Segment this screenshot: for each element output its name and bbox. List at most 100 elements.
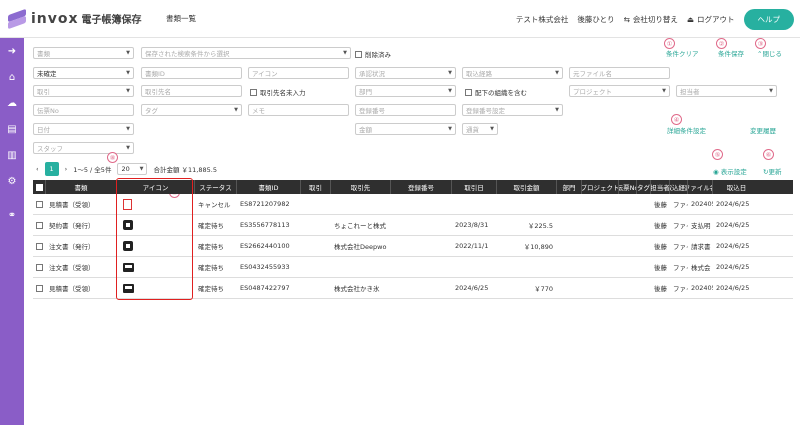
- row-select-cell: [33, 236, 46, 256]
- col-header[interactable]: 取引金額: [497, 180, 557, 194]
- row-checkbox[interactable]: [36, 263, 43, 271]
- row-checkbox[interactable]: [36, 284, 43, 292]
- col-header[interactable]: ファイル名: [688, 180, 713, 194]
- amount-select[interactable]: 金額 ▼: [355, 123, 456, 135]
- approval-select[interactable]: 承認状況 ▼: [355, 67, 456, 79]
- col-header[interactable]: 伝票No: [619, 180, 637, 194]
- refresh-link[interactable]: ↻更新: [763, 166, 781, 176]
- per-page-value: 20: [121, 165, 130, 173]
- row-checkbox[interactable]: [36, 242, 43, 250]
- chart-icon[interactable]: ▥: [0, 142, 24, 168]
- row-empty-cell: [619, 215, 637, 235]
- select-all-cell[interactable]: [33, 180, 46, 194]
- col-header[interactable]: 取引先: [331, 180, 391, 194]
- row-file: 支払明: [691, 222, 711, 230]
- checkbox-box[interactable]: [355, 50, 362, 58]
- col-header[interactable]: プロジェクト: [582, 180, 619, 194]
- partner-name-input[interactable]: 取引先名: [141, 85, 242, 97]
- document-icon[interactable]: ▤: [0, 116, 24, 142]
- row-checkbox[interactable]: [36, 200, 43, 208]
- arrow-right-icon[interactable]: ➜: [0, 38, 24, 64]
- dept-select[interactable]: 部門 ▼: [355, 85, 456, 97]
- chevron-down-icon: ▼: [126, 70, 130, 76]
- switch-company-label: 会社切り替え: [632, 15, 678, 24]
- doc-type-select[interactable]: 書類 ▼: [33, 47, 134, 59]
- voucher-input[interactable]: 伝票No: [33, 104, 134, 116]
- staff-select[interactable]: スタッフ ▼: [33, 142, 134, 154]
- save-condition-link[interactable]: 条件保存: [718, 48, 744, 58]
- marker-5: ⑤: [712, 149, 723, 160]
- home-icon[interactable]: ⌂: [0, 64, 24, 90]
- col-header[interactable]: 書類ID: [237, 180, 301, 194]
- row-checkbox[interactable]: [36, 221, 43, 229]
- confirm-status-select[interactable]: 未確定 ▼: [33, 67, 134, 79]
- col-header[interactable]: ステータス: [195, 180, 237, 194]
- row-empty-cell: [301, 278, 331, 298]
- sub-org-label: 配下の組織を含む: [475, 89, 527, 97]
- chevron-down-icon: ▼: [448, 88, 452, 94]
- doc-id-input[interactable]: 書類ID: [141, 67, 242, 79]
- current-page[interactable]: 1: [44, 162, 59, 176]
- clear-condition-link[interactable]: 条件クリア: [666, 48, 699, 58]
- col-header[interactable]: タグ: [637, 180, 651, 194]
- per-page-select[interactable]: 20 ▼: [117, 163, 148, 175]
- deleted-checkbox[interactable]: 削除済み: [355, 49, 391, 59]
- col-header[interactable]: 登録番号: [391, 180, 452, 194]
- date-placeholder: 日付: [37, 126, 50, 134]
- project-select[interactable]: プロジェクト ▼: [569, 85, 670, 97]
- currency-placeholder: 通貨: [466, 126, 479, 134]
- sidebar: ➜ ⌂ ☁ ▤ ▥ ⚙ ⚭: [0, 38, 24, 425]
- logout-label: ログアウト: [697, 15, 735, 24]
- col-header[interactable]: 取引日: [452, 180, 497, 194]
- date-select[interactable]: 日付 ▼: [33, 123, 134, 135]
- col-header[interactable]: 書類: [46, 180, 117, 194]
- memo-input[interactable]: メモ: [248, 104, 349, 116]
- reg-setting-select[interactable]: 登録番号設定 ▼: [462, 104, 563, 116]
- icon-input[interactable]: アイコン: [248, 67, 349, 79]
- chevron-down-icon: ▼: [490, 126, 494, 132]
- brand-logo[interactable]: invox 電子帳簿保存: [8, 8, 148, 29]
- col-header[interactable]: 取込日: [713, 180, 760, 194]
- next-page-icon[interactable]: ›: [65, 165, 68, 173]
- route-select[interactable]: 取込経路 ▼: [462, 67, 563, 79]
- partner-select[interactable]: 取引 ▼: [33, 85, 134, 97]
- detail-condition-link[interactable]: 詳細条件設定: [667, 125, 706, 135]
- source-file-input[interactable]: 元ファイル名: [569, 67, 670, 79]
- cloud-upload-icon[interactable]: ☁: [0, 90, 24, 116]
- display-settings-link[interactable]: ◉ 表示設定: [713, 166, 747, 176]
- chevron-down-icon: ▼: [769, 88, 773, 94]
- row-empty-cell: [637, 257, 651, 277]
- partner-unset-checkbox[interactable]: 取引先名未入力: [250, 87, 306, 97]
- currency-select[interactable]: 通貨 ▼: [462, 123, 498, 135]
- doc-type-placeholder: 書類: [37, 50, 50, 58]
- history-link[interactable]: 変更履歴: [750, 125, 776, 135]
- row-status: キャンセル: [198, 201, 231, 209]
- saved-condition-select[interactable]: 保存された検索条件から選択 ▼: [141, 47, 351, 59]
- col-header[interactable]: 担当者: [651, 180, 670, 194]
- refresh-label: 更新: [768, 168, 782, 176]
- row-empty-cell: [582, 215, 619, 235]
- help-button[interactable]: ヘルプ: [743, 9, 794, 30]
- assignee-select[interactable]: 担当者 ▼: [676, 85, 777, 97]
- tag-select[interactable]: タグ ▼: [141, 104, 242, 116]
- sub-org-checkbox[interactable]: 配下の組織を含む: [465, 87, 527, 97]
- close-filter-link[interactable]: ⌃閉じる: [757, 48, 782, 58]
- switch-company-link[interactable]: ⇆ 会社切り替え: [624, 14, 678, 25]
- logout-link[interactable]: ⏏ ログアウト: [687, 14, 735, 25]
- col-header[interactable]: 部門: [557, 180, 582, 194]
- col-header[interactable]: 取込経路: [670, 180, 688, 194]
- row-date: 2022/11/1: [455, 242, 489, 250]
- col-header[interactable]: 取引: [301, 180, 331, 194]
- checkbox-box[interactable]: [465, 88, 472, 96]
- prev-page-icon[interactable]: ‹: [36, 165, 39, 173]
- reg-no-input[interactable]: 登録番号: [355, 104, 456, 116]
- gear-icon[interactable]: ⚙: [0, 168, 24, 194]
- select-all-checkbox[interactable]: [35, 183, 43, 191]
- checkbox-box[interactable]: [250, 88, 257, 96]
- row-partner: ちょこれーと株式: [334, 222, 386, 230]
- row-imported: 2024/6/25: [716, 200, 750, 208]
- row-empty-cell: [637, 278, 651, 298]
- link-icon[interactable]: ⚭: [0, 202, 24, 228]
- row-route: ファイ: [673, 264, 688, 272]
- row-amount: [497, 257, 557, 277]
